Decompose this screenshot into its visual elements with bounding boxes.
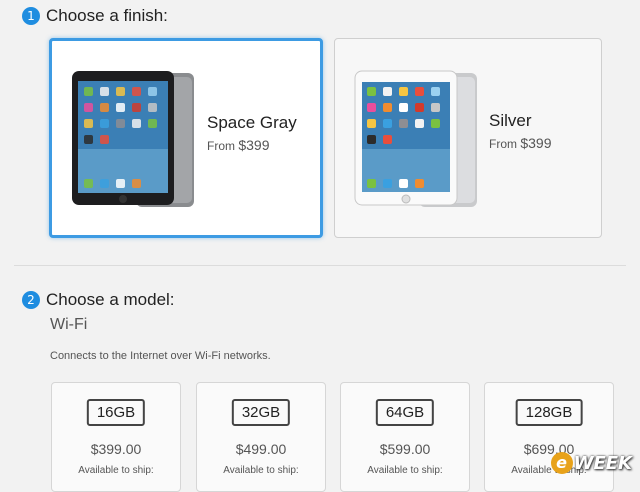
price-value: $399 bbox=[520, 135, 552, 151]
finish-name: Space Gray bbox=[207, 113, 297, 132]
capacity-price: $599.00 bbox=[379, 441, 431, 457]
finish-option-silver[interactable]: Silver From $399 bbox=[334, 38, 602, 238]
finish-price: From $399 bbox=[489, 135, 552, 151]
model-description: Connects to the Internet over Wi-Fi netw… bbox=[50, 350, 271, 362]
capacity-label: 16GB bbox=[86, 399, 146, 426]
section-divider bbox=[14, 265, 626, 266]
finish-price: From $399 bbox=[207, 137, 270, 153]
capacity-option-32gb[interactable]: 32GB $499.00 Available to ship: bbox=[196, 382, 326, 492]
capacity-label: 128GB bbox=[515, 399, 583, 426]
model-type-label: Wi-Fi bbox=[50, 316, 88, 333]
eweek-watermark-logo: e WEEK bbox=[550, 452, 632, 474]
step-2-title: Choose a model: bbox=[46, 290, 175, 309]
capacity-price: $399.00 bbox=[90, 441, 142, 457]
watermark-text: WEEK bbox=[573, 452, 632, 474]
step-1-heading: 1 Choose a finish: bbox=[22, 6, 168, 26]
space-gray-ipad-image bbox=[72, 71, 194, 207]
step-number-badge: 2 bbox=[22, 291, 40, 309]
capacity-option-16gb[interactable]: 16GB $399.00 Available to ship: bbox=[51, 382, 181, 492]
price-value: $399 bbox=[238, 137, 270, 153]
silver-ipad-image bbox=[354, 70, 477, 207]
step-1-title: Choose a finish: bbox=[46, 6, 168, 25]
eweek-e-icon: e bbox=[550, 452, 573, 474]
finish-name: Silver bbox=[489, 111, 532, 130]
from-label: From bbox=[489, 137, 517, 151]
step-2-heading: 2 Choose a model: bbox=[22, 290, 175, 310]
capacity-label: 64GB bbox=[375, 399, 435, 426]
availability-text: Available to ship: bbox=[367, 465, 443, 476]
availability-text: Available to ship: bbox=[78, 465, 154, 476]
capacity-option-64gb[interactable]: 64GB $599.00 Available to ship: bbox=[340, 382, 470, 492]
from-label: From bbox=[207, 139, 235, 153]
capacity-option-128gb[interactable]: 128GB $699.00 Available to ship: bbox=[484, 382, 614, 492]
capacity-price: $499.00 bbox=[235, 441, 287, 457]
capacity-label: 32GB bbox=[231, 399, 291, 426]
availability-text: Available to ship: bbox=[223, 465, 299, 476]
finish-option-space-gray[interactable]: Space Gray From $399 bbox=[49, 38, 323, 238]
step-number-badge: 1 bbox=[22, 7, 40, 25]
